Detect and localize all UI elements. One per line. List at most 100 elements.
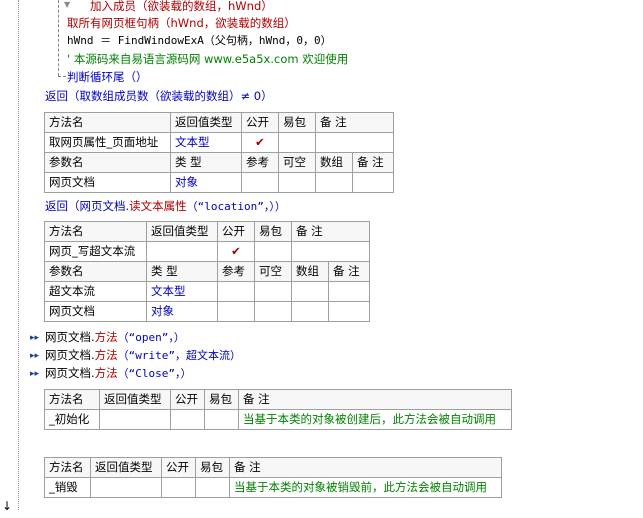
code-line-return-count[interactable]: 返回（取数组成员数（欲装载的数组）≠ 0） bbox=[45, 88, 273, 104]
header-method-name: 方法名 bbox=[44, 221, 147, 242]
header-return-type: 返回值类型 bbox=[90, 457, 162, 478]
method-name-cell[interactable]: 网页_写超文本流 bbox=[44, 241, 147, 262]
param-type-cell[interactable]: 对象 bbox=[170, 172, 242, 193]
public-cell[interactable] bbox=[161, 477, 196, 498]
public-cell[interactable] bbox=[170, 409, 205, 430]
param-array-cell[interactable] bbox=[291, 281, 329, 302]
param-name-cell[interactable]: 网页文档 bbox=[44, 172, 171, 193]
param-note-cell[interactable] bbox=[328, 301, 370, 322]
note-cell[interactable] bbox=[291, 241, 370, 262]
code-text: （“open”，） bbox=[117, 331, 185, 344]
method-table-write-html: 方法名 返回值类型 公开 易包 备 注 网页_写超文本流 ✔ 参数名 类 型 参… bbox=[44, 221, 370, 322]
header-param-name: 参数名 bbox=[44, 152, 171, 173]
code-text: 取所有网页框句柄（hWnd，欲装载的数组） bbox=[67, 16, 296, 30]
package-cell[interactable] bbox=[278, 132, 316, 153]
code-text: 返回（网页文档. bbox=[45, 199, 130, 213]
header-package: 易包 bbox=[204, 389, 239, 410]
header-param-ref: 参考 bbox=[241, 152, 279, 173]
method-table-get-url: 方法名 返回值类型 公开 易包 备 注 取网页属性_页面地址 文本型 ✔ 参数名… bbox=[44, 112, 394, 193]
double-chevron-right-icon: ▸▸ bbox=[30, 333, 40, 343]
param-type-cell[interactable]: 对象 bbox=[146, 301, 218, 322]
down-arrow-icon: ↓ bbox=[2, 499, 13, 513]
double-chevron-right-icon: ▸▸ bbox=[30, 369, 40, 379]
method-table-destroy: 方法名 返回值类型 公开 易包 备 注 _销毁 当基于本类的对象被销毁前，此方法… bbox=[44, 457, 502, 498]
method-table-init: 方法名 返回值类型 公开 易包 备 注 _初始化 当基于本类的对象被创建后，此方… bbox=[44, 389, 512, 430]
param-nullable-cell[interactable] bbox=[278, 172, 316, 193]
collapse-icon[interactable]: ▼ bbox=[64, 0, 70, 9]
code-line-get-frames[interactable]: 取所有网页框句柄（hWnd，欲装载的数组） bbox=[67, 15, 296, 31]
comment-text: ' 本源码来自易语言源码网 www.e5a5x.com 欢迎使用 bbox=[67, 52, 349, 66]
header-return-type: 返回值类型 bbox=[99, 389, 171, 410]
header-method-name: 方法名 bbox=[44, 457, 91, 478]
header-param-type: 类 型 bbox=[170, 152, 242, 173]
param-ref-cell[interactable] bbox=[217, 301, 255, 322]
code-text: 返回（取数组成员数（欲装载的数组）≠ 0） bbox=[45, 89, 273, 103]
code-line-call-write[interactable]: 网页文档.方法（“write”，超文本流） bbox=[45, 347, 241, 363]
code-text: 网页文档. bbox=[45, 348, 95, 362]
param-nullable-cell[interactable] bbox=[254, 301, 292, 322]
header-return-type: 返回值类型 bbox=[170, 112, 242, 133]
code-line-loop-end[interactable]: 判断循环尾（） bbox=[67, 69, 148, 85]
code-line-add-member[interactable]: 加入成员（欲装载的数组，hWnd） bbox=[90, 0, 273, 14]
header-param-type: 类 型 bbox=[146, 261, 218, 282]
header-note: 备 注 bbox=[291, 221, 370, 242]
param-array-cell[interactable] bbox=[291, 301, 329, 322]
param-nullable-cell[interactable] bbox=[254, 281, 292, 302]
public-check-icon[interactable]: ✔ bbox=[217, 241, 255, 262]
param-name-cell[interactable]: 超文本流 bbox=[44, 281, 147, 302]
header-method-name: 方法名 bbox=[44, 112, 171, 133]
method-name-cell[interactable]: 取网页属性_页面地址 bbox=[44, 132, 171, 153]
return-type-cell[interactable] bbox=[90, 477, 162, 498]
method-keyword: 读文本属性 bbox=[129, 199, 187, 213]
code-text: （“Close”，） bbox=[117, 367, 192, 380]
code-line-return-location[interactable]: 返回（网页文档.读文本属性（“location”，）） bbox=[45, 198, 286, 214]
note-cell[interactable] bbox=[315, 132, 394, 153]
code-text: 判断循环尾（） bbox=[67, 70, 148, 84]
return-type-cell[interactable] bbox=[146, 241, 218, 262]
gutter-line bbox=[18, 0, 20, 510]
header-param-name: 参数名 bbox=[44, 261, 147, 282]
code-text: 网页文档. bbox=[45, 330, 95, 344]
note-cell[interactable]: 当基于本类的对象被创建后，此方法会被自动调用 bbox=[238, 409, 512, 430]
code-text: hWnd ＝ FindWindowExA（父句柄，hWnd，0，0） bbox=[67, 34, 332, 47]
header-note: 备 注 bbox=[238, 389, 512, 410]
header-param-note: 备 注 bbox=[352, 152, 394, 173]
header-param-ref: 参考 bbox=[217, 261, 255, 282]
header-package: 易包 bbox=[195, 457, 230, 478]
param-name-cell[interactable]: 网页文档 bbox=[44, 301, 147, 322]
note-cell[interactable]: 当基于本类的对象被销毁前，此方法会被自动调用 bbox=[229, 477, 502, 498]
code-line-comment[interactable]: ' 本源码来自易语言源码网 www.e5a5x.com 欢迎使用 bbox=[67, 51, 348, 67]
code-line-call-open[interactable]: 网页文档.方法（“open”，） bbox=[45, 329, 185, 345]
package-cell[interactable] bbox=[204, 409, 239, 430]
param-ref-cell[interactable] bbox=[217, 281, 255, 302]
package-cell[interactable] bbox=[195, 477, 230, 498]
param-ref-cell[interactable] bbox=[241, 172, 279, 193]
code-line-call-close[interactable]: 网页文档.方法（“Close”，） bbox=[45, 365, 192, 381]
code-text: （“location”，）） bbox=[186, 200, 286, 213]
param-note-cell[interactable] bbox=[352, 172, 394, 193]
param-type-cell[interactable]: 文本型 bbox=[146, 281, 218, 302]
code-line-findwindow[interactable]: hWnd ＝ FindWindowExA（父句柄，hWnd，0，0） bbox=[67, 33, 332, 49]
method-keyword: 方法 bbox=[94, 348, 118, 362]
header-public: 公开 bbox=[161, 457, 196, 478]
header-param-nullable: 可空 bbox=[278, 152, 316, 173]
method-keyword: 方法 bbox=[94, 366, 118, 380]
header-public: 公开 bbox=[241, 112, 279, 133]
param-note-cell[interactable] bbox=[328, 281, 370, 302]
return-type-cell[interactable] bbox=[99, 409, 171, 430]
method-name-cell[interactable]: _初始化 bbox=[44, 409, 100, 430]
header-param-array: 数组 bbox=[291, 261, 329, 282]
header-param-nullable: 可空 bbox=[254, 261, 292, 282]
header-note: 备 注 bbox=[315, 112, 394, 133]
header-note: 备 注 bbox=[229, 457, 502, 478]
header-package: 易包 bbox=[254, 221, 292, 242]
method-name-cell[interactable]: _销毁 bbox=[44, 477, 91, 498]
package-cell[interactable] bbox=[254, 241, 292, 262]
public-check-icon[interactable]: ✔ bbox=[241, 132, 279, 153]
loop-tree-line bbox=[58, 0, 59, 76]
code-text: 加入成员（欲装载的数组，hWnd） bbox=[90, 0, 273, 13]
return-type-cell[interactable]: 文本型 bbox=[170, 132, 242, 153]
param-array-cell[interactable] bbox=[315, 172, 353, 193]
loop-tree-end bbox=[58, 76, 66, 77]
code-text: （“write”，超文本流） bbox=[117, 349, 242, 362]
